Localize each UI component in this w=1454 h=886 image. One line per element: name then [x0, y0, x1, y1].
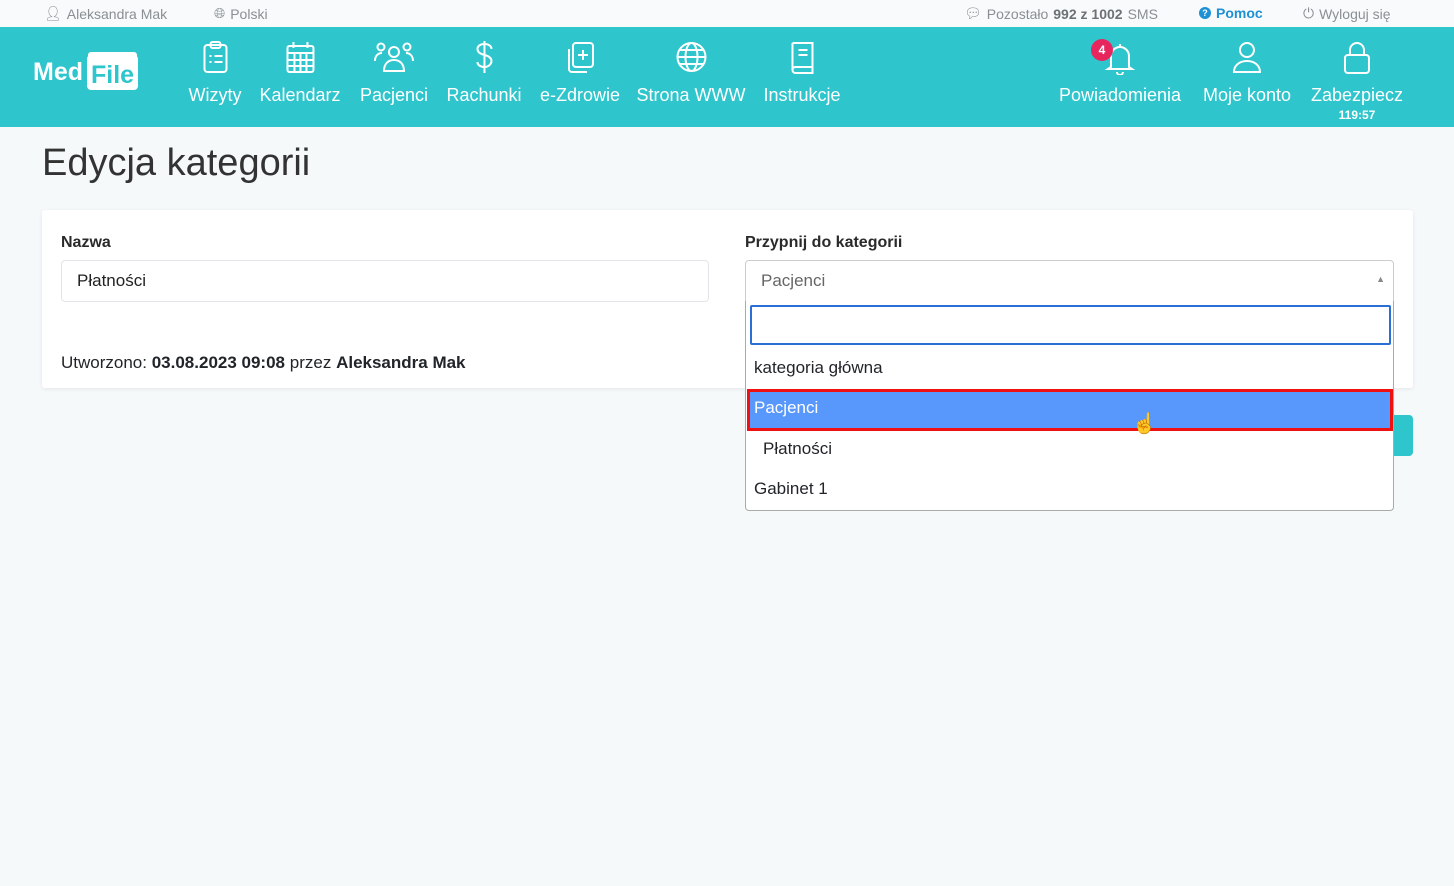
- logout-label: Wyloguj się: [1319, 5, 1391, 22]
- created-by-label: przez: [289, 353, 332, 372]
- user-link[interactable]: 👤︎ Aleksandra Mak: [44, 5, 167, 22]
- nav-rachunki[interactable]: Rachunki: [446, 39, 522, 106]
- caret-up-icon: ▲: [1376, 274, 1385, 284]
- nav-instrukcje[interactable]: Instrukcje: [763, 39, 841, 106]
- nav-moje-konto[interactable]: Moje konto: [1203, 39, 1291, 106]
- nav-strona-www[interactable]: Strona WWW: [636, 39, 746, 106]
- users-icon: [373, 42, 414, 72]
- selected-value: Pacjenci: [761, 271, 826, 290]
- option-kategoria-glowna[interactable]: kategoria główna: [747, 349, 1393, 389]
- user-icon: [1232, 42, 1262, 73]
- nav-wizyty[interactable]: Wizyty: [189, 39, 242, 106]
- main-nav: Med File Wizyty Kalendarz Pacjenci Rachun…: [0, 27, 1454, 127]
- option-pacjenci[interactable]: Pacjenci: [747, 389, 1393, 431]
- nav-kalendarz[interactable]: Kalendarz: [259, 39, 341, 106]
- globe-icon: 🌐︎: [214, 5, 226, 21]
- nav-label: Wizyty: [188, 85, 242, 105]
- nav-label: Kalendarz: [259, 85, 341, 105]
- user-icon: 👤︎: [44, 5, 62, 21]
- sms-suffix: SMS: [1127, 5, 1158, 22]
- session-timer: 119:57: [1338, 108, 1376, 122]
- sms-counter: 💬︎ Pozostało 992 z 1002 SMS: [964, 5, 1158, 22]
- calendar-icon: [286, 42, 314, 73]
- help-icon: ?: [1199, 7, 1211, 19]
- language-selector[interactable]: 🌐︎ Polski: [214, 5, 268, 22]
- nav-e-zdrowie[interactable]: e-Zdrowie: [540, 39, 620, 106]
- logout-link[interactable]: ⏻ Wyloguj się: [1303, 5, 1391, 22]
- logo[interactable]: Med File: [33, 55, 139, 90]
- language-label: Polski: [230, 5, 268, 22]
- help-link[interactable]: ? Pomoc: [1199, 5, 1263, 21]
- nav-label: Powiadomienia: [1058, 85, 1182, 105]
- name-input[interactable]: Płatności: [61, 260, 709, 302]
- notification-badge: 4: [1090, 39, 1113, 61]
- dropdown-search-input[interactable]: [750, 305, 1391, 345]
- sms-prefix: Pozostało: [986, 5, 1049, 22]
- created-info: Utworzono: 03.08.2023 09:08 przez Aleksa…: [61, 353, 466, 373]
- dollar-icon: [475, 41, 492, 73]
- logo-file: File: [87, 55, 139, 90]
- nav-label: Moje konto: [1202, 85, 1292, 105]
- created-by: Aleksandra Mak: [336, 353, 466, 372]
- lock-icon: [1344, 42, 1370, 74]
- hand-cursor-icon: ☝: [1132, 413, 1157, 435]
- logo-med: Med: [33, 58, 83, 86]
- nav-label: Instrukcje: [763, 85, 841, 105]
- parent-label: Przypnij do kategorii: [745, 234, 903, 251]
- chat-icon: 💬︎: [964, 5, 982, 21]
- power-icon: ⏻: [1303, 5, 1315, 21]
- nav-zabezpiecz[interactable]: Zabezpiecz 119:57: [1311, 39, 1403, 122]
- nav-label: Strona WWW: [636, 85, 746, 105]
- category-dropdown: kategoria główna Pacjenci Płatności Gabi…: [745, 301, 1394, 511]
- clipboard-list-icon: [203, 41, 227, 73]
- nav-label: Pacjenci: [359, 85, 429, 105]
- nav-powiadomienia[interactable]: 4 Powiadomienia: [1059, 39, 1181, 106]
- page-title: Edycja kategorii: [42, 142, 311, 184]
- created-date: 03.08.2023 09:08: [151, 353, 286, 372]
- medical-file-icon: [568, 42, 594, 73]
- option-platnosci[interactable]: Płatności: [747, 430, 1393, 470]
- help-label: Pomoc: [1216, 5, 1263, 21]
- sms-count: 992 z 1002: [1053, 5, 1123, 22]
- top-bar: 👤︎ Aleksandra Mak 🌐︎ Polski 💬︎ Pozostało 992…: [0, 0, 1454, 27]
- nav-label: Zabezpiecz: [1310, 85, 1404, 105]
- nav-pacjenci[interactable]: Pacjenci: [360, 39, 428, 106]
- option-gabinet-1[interactable]: Gabinet 1: [747, 470, 1393, 510]
- globe-icon: [675, 42, 706, 72]
- nav-label: e-Zdrowie: [539, 85, 621, 105]
- book-icon: [791, 42, 813, 74]
- name-label: Nazwa: [61, 234, 111, 251]
- created-label: Utworzono:: [61, 353, 147, 372]
- parent-category-select[interactable]: Pacjenci ▲: [745, 260, 1394, 302]
- nav-label: Rachunki: [446, 85, 522, 105]
- user-name: Aleksandra Mak: [66, 5, 168, 22]
